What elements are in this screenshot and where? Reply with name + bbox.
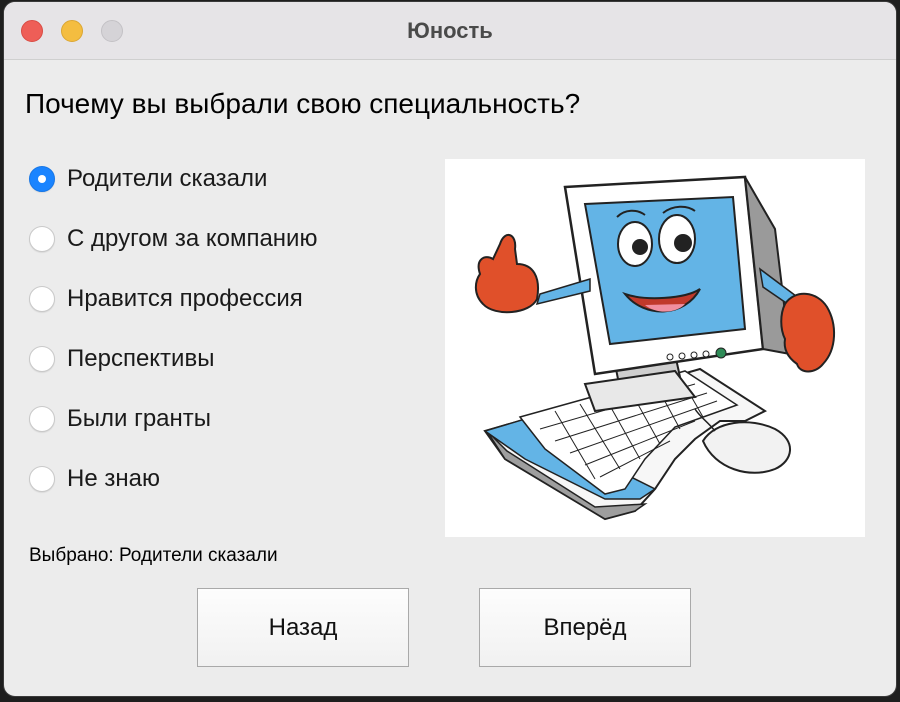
radio-button[interactable] (29, 226, 55, 252)
title-bar[interactable]: Юность (4, 2, 896, 60)
option-label: Перспективы (67, 345, 215, 372)
radio-button-selected[interactable] (29, 166, 55, 192)
question-label: Почему вы выбрали свою специальность? (25, 88, 581, 119)
next-button[interactable]: Вперёд (479, 588, 691, 667)
radio-button[interactable] (29, 406, 55, 432)
computer-illustration (445, 159, 865, 537)
radio-button[interactable] (29, 466, 55, 492)
window-title: Юность (407, 18, 493, 43)
option-label: Нравится профессия (67, 285, 303, 312)
radio-button[interactable] (29, 346, 55, 372)
option-label: С другом за компанию (67, 225, 318, 252)
option-label: Были гранты (67, 405, 212, 432)
back-button[interactable]: Назад (197, 588, 409, 667)
radio-button[interactable] (29, 286, 55, 312)
cartoon-computer-icon (474, 175, 836, 521)
selection-status: Выбрано: Родители сказали (29, 545, 278, 566)
app-window: Юность Почему вы выбрали свою специально… (4, 2, 896, 696)
option-label: Не знаю (67, 465, 160, 492)
option-label: Родители сказали (67, 165, 268, 192)
